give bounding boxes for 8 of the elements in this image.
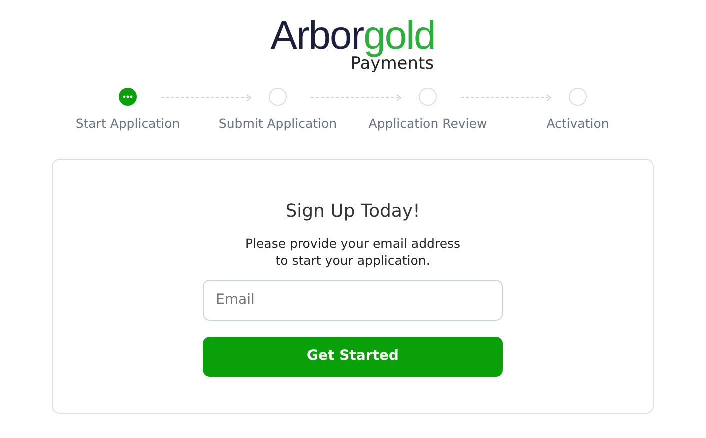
step-label: Activation	[546, 115, 610, 133]
step-label: Start Application	[76, 115, 180, 133]
form-description: Please provide your email address to start your application.	[245, 234, 461, 269]
form-title: Sign Up Today!	[286, 200, 420, 224]
step-label: Application Review	[368, 115, 488, 133]
email-field[interactable]: Email	[203, 280, 503, 321]
step-label: Submit Application	[218, 115, 338, 133]
get-started-button[interactable]: Get Started	[203, 336, 503, 377]
